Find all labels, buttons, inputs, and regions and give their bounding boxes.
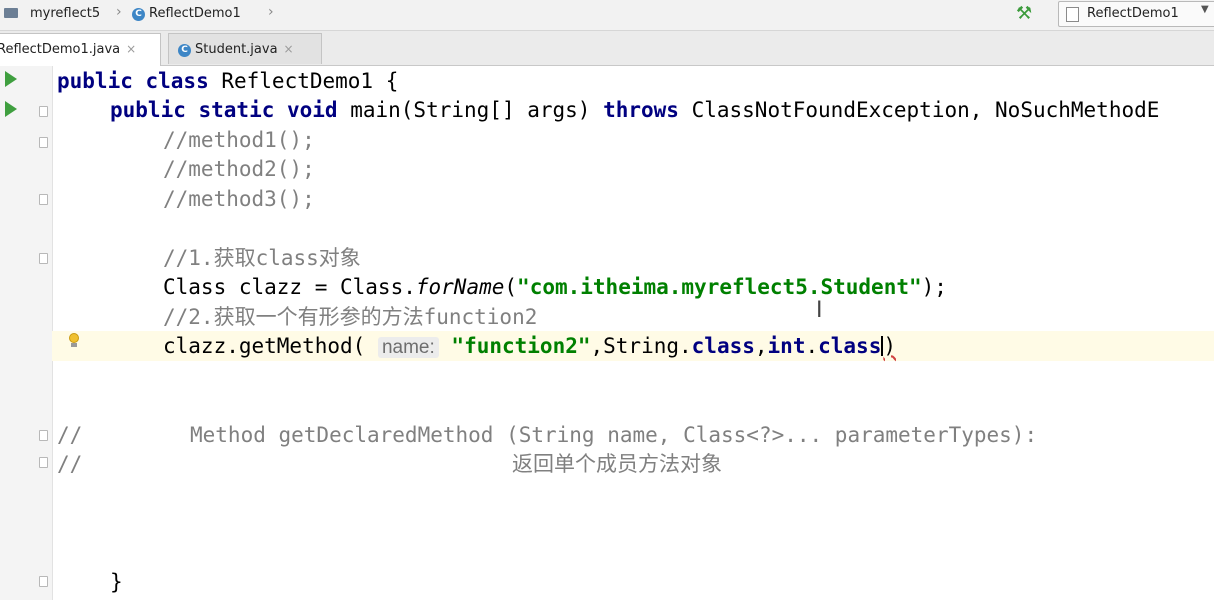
- parameter-hint: name:: [377, 337, 439, 358]
- run-config-dropdown[interactable]: ReflectDemo1 ▼: [1058, 1, 1214, 27]
- breadcrumb-project[interactable]: myreflect5: [30, 6, 100, 21]
- code-line-10-slash[interactable]: //: [57, 422, 82, 448]
- class-icon: C: [132, 8, 145, 21]
- close-icon[interactable]: ×: [126, 42, 136, 56]
- tab-label: ReflectDemo1.java: [0, 42, 121, 57]
- build-hammer-icon[interactable]: ⚒: [1016, 3, 1032, 24]
- tab-reflectdemo1[interactable]: ReflectDemo1.java ×: [0, 33, 161, 66]
- code-line-2[interactable]: public static void main(String[] args) t…: [110, 97, 1159, 123]
- fold-marker-icon[interactable]: [39, 106, 48, 117]
- tab-label: Student.java: [195, 42, 278, 57]
- run-main-icon[interactable]: [5, 101, 17, 117]
- code-line-12[interactable]: }: [110, 569, 123, 595]
- run-config-label: ReflectDemo1: [1087, 6, 1179, 21]
- fold-marker-icon[interactable]: [39, 430, 48, 441]
- run-class-icon[interactable]: [5, 71, 17, 87]
- code-line-11-slash[interactable]: //: [57, 451, 82, 477]
- mouse-ibeam-cursor-icon: I: [816, 298, 823, 323]
- fold-marker-icon[interactable]: [39, 457, 48, 468]
- fold-marker-icon[interactable]: [39, 576, 48, 587]
- chevron-down-icon: ▼: [1201, 4, 1209, 15]
- code-line-5[interactable]: //method3();: [163, 186, 315, 212]
- code-line-6[interactable]: //1.获取class对象: [163, 245, 361, 271]
- editor-tab-bar: ReflectDemo1.java × C Student.java ×: [0, 31, 1214, 66]
- class-icon: C: [178, 44, 191, 57]
- intention-bulb-icon[interactable]: [68, 333, 80, 347]
- code-line-1[interactable]: public class ReflectDemo1 {: [57, 68, 398, 94]
- code-line-4[interactable]: //method2();: [163, 156, 315, 182]
- tab-student[interactable]: C Student.java ×: [168, 33, 322, 64]
- chevron-right-icon: ›: [268, 4, 274, 20]
- fold-marker-icon[interactable]: [39, 137, 48, 148]
- code-line-11[interactable]: 返回单个成员方法对象: [512, 451, 722, 477]
- navigation-bar: myreflect5 › C ReflectDemo1 › ⚒ ReflectDe…: [0, 0, 1214, 31]
- close-icon[interactable]: ×: [284, 42, 294, 56]
- breadcrumb-file[interactable]: C ReflectDemo1: [132, 6, 241, 21]
- chevron-right-icon: ›: [116, 4, 122, 20]
- fold-marker-icon[interactable]: [39, 194, 48, 205]
- code-line-10[interactable]: Method getDeclaredMethod (String name, C…: [190, 422, 1037, 448]
- code-line-9[interactable]: clazz.getMethod( name: "function2",Strin…: [163, 333, 896, 361]
- file-icon: [1066, 7, 1079, 22]
- fold-marker-icon[interactable]: [39, 253, 48, 264]
- code-line-3[interactable]: //method1();: [163, 127, 315, 153]
- folder-icon: [4, 8, 18, 18]
- code-line-8[interactable]: //2.获取一个有形参的方法function2: [163, 304, 537, 330]
- code-line-7[interactable]: Class clazz = Class.forName("com.itheima…: [163, 274, 947, 300]
